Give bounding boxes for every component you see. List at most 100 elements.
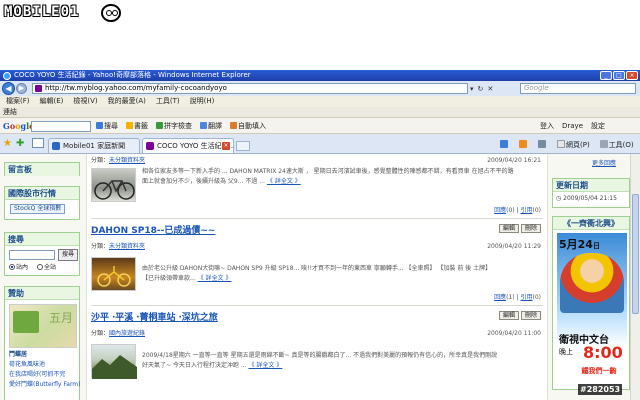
- more-replies-link[interactable]: 更多回應: [592, 158, 616, 167]
- post-excerpt-2: 面上就會加分不少，後續升級為 父9... 不過 ... 《 詳全文 》: [142, 178, 301, 185]
- maximize-button[interactable]: □: [613, 71, 625, 80]
- post-time: 2009/04/20 16:21: [487, 157, 541, 164]
- ie-icon: [3, 72, 11, 80]
- sponsor-image[interactable]: 五月: [9, 304, 77, 348]
- autofill-button[interactable]: 自動填入: [230, 121, 266, 132]
- stockq-button[interactable]: StockQ 全球指數: [10, 204, 66, 214]
- google-tools: 搜尋 書籤 拼字檢查 翻譯 自動填入: [96, 121, 266, 132]
- post-excerpt: 相各位家友多等一下新入手的 ... DAHON MATRIX 24速大斯 ， 星…: [142, 168, 514, 175]
- google-search-button[interactable]: 搜尋: [96, 121, 118, 132]
- search-input[interactable]: Google: [520, 83, 636, 94]
- tab-coco-yoyo[interactable]: COCO YOYO 生活紀錄... ×: [142, 138, 234, 153]
- sponsor-badge-icon: [13, 311, 39, 333]
- feeds-icon[interactable]: [519, 138, 528, 152]
- command-bar: 網頁(P) 工具(O): [500, 138, 634, 152]
- post-time: 2009/04/20 11:29: [487, 243, 541, 250]
- delete-button[interactable]: 刪除: [520, 311, 541, 320]
- post-title[interactable]: DAHON SP18--已成過債~~: [91, 223, 215, 236]
- menu-help[interactable]: 說明(H): [190, 96, 215, 107]
- bookmarks-button[interactable]: 書籤: [126, 121, 148, 132]
- read-more-link[interactable]: 《 詳全文 》: [267, 178, 301, 185]
- post-category: 分類：未分類資料夾: [91, 157, 146, 164]
- tab-mobile01[interactable]: Mobile01 家庭新聞: [48, 138, 140, 153]
- post-category: 分類：未分類資料夾: [91, 243, 146, 250]
- page-menu[interactable]: 網頁(P): [557, 138, 590, 152]
- translate-button[interactable]: 翻譯: [200, 121, 222, 132]
- stop-icon[interactable]: ✕: [487, 85, 493, 93]
- post-actions: 編輯 刪除: [498, 311, 541, 320]
- ad-widget-title: 《一齊衝北興》: [553, 217, 629, 230]
- address-tools: ▾ ↻ ✕: [470, 83, 518, 94]
- post-category: 分類：國內旅遊紀錄: [91, 330, 146, 337]
- read-more-link[interactable]: 《 詳全文 》: [198, 275, 232, 282]
- spellcheck-button[interactable]: 拼字檢查: [156, 121, 192, 132]
- guestbook-title[interactable]: 留言板: [5, 163, 79, 176]
- back-button[interactable]: ◀: [2, 82, 15, 95]
- blog-search-button[interactable]: 搜尋: [58, 249, 78, 261]
- post-thumbnail[interactable]: [91, 168, 136, 202]
- post-divider: [91, 305, 543, 306]
- update-time: ◷ 2009/05/04 21:15: [556, 195, 617, 202]
- tv-ad-banner[interactable]: 5月24日 衛視中文台 晚上 8:00 鐵我們一齣: [557, 233, 627, 385]
- vertical-scrollbar[interactable]: [630, 154, 640, 400]
- ad-slogan: 鐵我們一齣: [575, 366, 623, 376]
- google-search-input[interactable]: [31, 121, 91, 132]
- ad-widget: 《一齊衝北興》 5月24日 衛視中文台 晚上 8:00 鐵我們一齣: [552, 216, 630, 390]
- home-icon[interactable]: [500, 138, 509, 152]
- signin-button[interactable]: 登入: [540, 121, 554, 132]
- radio-in-site[interactable]: 站內: [9, 264, 28, 272]
- watermark-header: [0, 0, 640, 70]
- guestbook-widget[interactable]: 留言板: [4, 162, 80, 176]
- post-footer: 回應(0) | 引用(0): [494, 207, 541, 214]
- menu-edit[interactable]: 編輯(E): [40, 96, 64, 107]
- ad-riders-image: [560, 253, 624, 313]
- forward-button[interactable]: ▶: [16, 83, 27, 94]
- menu-favorites[interactable]: 我的最愛(A): [108, 96, 146, 107]
- post-title[interactable]: 沙平 ‧平溪 ‧菁桐車站 ‧深坑之旅: [91, 310, 218, 323]
- edit-button[interactable]: 編輯: [498, 311, 519, 320]
- print-icon[interactable]: [538, 138, 547, 152]
- settings-button[interactable]: 設定: [591, 121, 605, 132]
- stock-widget: 國際股市行情 StockQ 全球指數: [4, 186, 80, 220]
- mobile01-face-icon: [101, 4, 121, 22]
- post-excerpt: 2009/4/18星期六 一直等一直等 星期五還是雨綿不斷~ 真是等的腸餓都白了…: [142, 352, 498, 359]
- spellcheck-icon: [156, 122, 163, 129]
- menu-view[interactable]: 檢視(V): [73, 96, 97, 107]
- post-actions: 編輯 刪除: [498, 224, 541, 233]
- read-more-link[interactable]: 《 詳全文 》: [249, 362, 283, 369]
- close-tab-icon[interactable]: ×: [222, 142, 230, 150]
- address-url: http://tw.myblog.yahoo.com/myfamily-coco…: [45, 84, 227, 92]
- star-icon: [126, 122, 133, 129]
- links-bar[interactable]: 連結: [0, 107, 640, 118]
- autofill-icon: [230, 122, 237, 129]
- blog-search-input[interactable]: [9, 250, 55, 260]
- tools-menu[interactable]: 工具(O): [599, 138, 634, 152]
- favorites-star-icon[interactable]: ★: [3, 139, 12, 149]
- dropdown-icon[interactable]: ▾: [470, 85, 474, 93]
- stock-widget-title: 國際股市行情: [5, 187, 79, 200]
- window-controls: _ □ ×: [600, 71, 638, 80]
- scrollbar-thumb[interactable]: [632, 194, 639, 314]
- sponsor-widget: 贊助 五月 鬥蝶居 荷花魚風味池 在我店喝好(可抓不完 愛好鬥蝶(Butterf…: [4, 286, 81, 400]
- folding-bike-icon: [97, 266, 131, 287]
- post-thumbnail[interactable]: [91, 344, 137, 379]
- post-excerpt-2: 好天氣了~ 今天日入行程打決定沖跑 ... 《 詳全文 》: [142, 362, 283, 369]
- search-widget: 搜尋 搜尋 站內 全站: [4, 232, 80, 276]
- add-favorite-icon[interactable]: ✚: [16, 139, 24, 149]
- window-title: COCO YOYO 生活紀錄 - Yahoo!奇摩部落格 - Windows I…: [14, 71, 251, 79]
- minimize-button[interactable]: _: [600, 71, 612, 80]
- new-tab-button[interactable]: [236, 141, 250, 151]
- address-input[interactable]: http://tw.myblog.yahoo.com/myfamily-coco…: [32, 83, 468, 94]
- window-titlebar: COCO YOYO 生活紀錄 - Yahoo!奇摩部落格 - Windows I…: [0, 70, 640, 81]
- menu-tools[interactable]: 工具(T): [156, 96, 180, 107]
- sponsor-widget-title: 贊助: [5, 287, 79, 300]
- refresh-icon[interactable]: ↻: [478, 85, 484, 93]
- edit-button[interactable]: 編輯: [498, 224, 519, 233]
- delete-button[interactable]: 刪除: [520, 224, 541, 233]
- menu-file[interactable]: 檔案(F): [6, 96, 30, 107]
- close-window-button[interactable]: ×: [626, 71, 638, 80]
- post-thumbnail[interactable]: [91, 257, 136, 291]
- radio-whole-site[interactable]: 全站: [37, 264, 56, 272]
- quick-tabs-icon[interactable]: [32, 138, 44, 148]
- update-widget-title: 更新日期: [553, 179, 629, 192]
